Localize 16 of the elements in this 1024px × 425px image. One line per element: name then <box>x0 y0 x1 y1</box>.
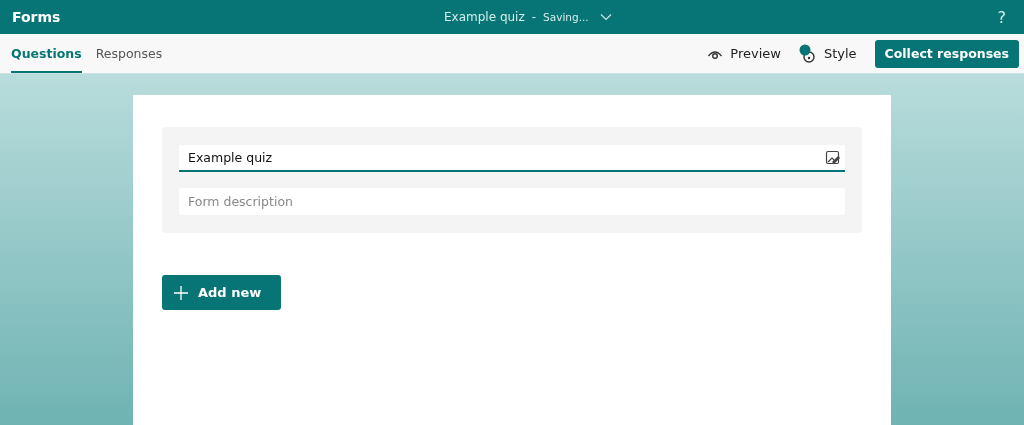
save-status: Saving... <box>543 11 589 23</box>
title-field[interactable]: Example quiz <box>179 145 845 172</box>
help-button[interactable]: ? <box>991 7 1012 27</box>
add-new-button[interactable]: Add new <box>162 275 282 310</box>
collect-responses-button[interactable]: Collect responses <box>874 39 1019 68</box>
palette-icon <box>798 43 817 64</box>
plus-icon <box>174 285 188 300</box>
tab[interactable]: Responses <box>95 34 163 73</box>
description-field[interactable]: Form description <box>179 188 845 215</box>
title-separator: - <box>531 10 537 24</box>
image-icon[interactable] <box>825 149 841 166</box>
form-title: Example quiz <box>444 10 525 24</box>
chevron-down-icon[interactable] <box>599 13 612 21</box>
style-button[interactable]: Style <box>798 43 857 64</box>
preview-button[interactable]: Preview <box>707 46 781 61</box>
app-name: Forms <box>12 9 61 25</box>
